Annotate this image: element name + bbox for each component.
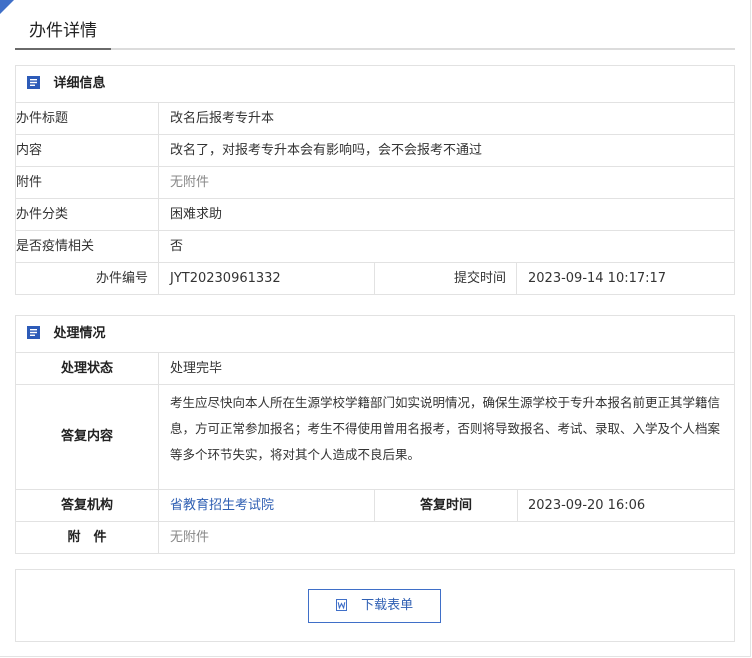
field-value: 改名后报考专升本 (170, 111, 275, 126)
attachment-value: 无附件 (170, 530, 210, 545)
field-label: 附件 (16, 167, 159, 198)
submit-time-value: 2023-09-14 10:17:17 (528, 271, 667, 286)
process-row-attachment: 附 件 无附件 (16, 522, 734, 553)
page-title: 办件详情 (15, 12, 111, 50)
reply-content: 考生应尽快向本人所在生源学校学籍部门如实说明情况，确保生源学校于专升本报名前更正… (170, 395, 721, 462)
org-link[interactable]: 省教育招生考试院 (170, 490, 274, 521)
field-label: 内容 (16, 135, 159, 166)
reply-label: 答复内容 (16, 385, 159, 489)
process-panel: 处理情况 处理状态 处理完毕 答复内容 考生应尽快向本人所在生源学校学籍部门如实… (15, 315, 735, 554)
actions-panel: 下载表单 (15, 569, 735, 642)
download-form-label: 下载表单 (361, 598, 414, 613)
field-label: 办件分类 (16, 199, 159, 230)
field-label: 是否疫情相关 (16, 231, 159, 262)
status-label: 处理状态 (16, 353, 159, 384)
field-value: 困难求助 (170, 207, 223, 222)
detail-row-category: 办件分类 困难求助 (16, 199, 734, 231)
field-label: 办件标题 (16, 103, 159, 134)
org-label: 答复机构 (16, 490, 159, 521)
process-row-reply: 答复内容 考生应尽快向本人所在生源学校学籍部门如实说明情况，确保生源学校于专升本… (16, 385, 734, 490)
number-label: 办件编号 (16, 263, 159, 294)
process-row-status: 处理状态 处理完毕 (16, 353, 734, 385)
document-icon (27, 76, 40, 89)
corner-mark (0, 0, 14, 14)
detail-row-number-time: 办件编号 JYT20230961332 提交时间 2023-09-14 10:1… (16, 263, 734, 294)
process-panel-title: 处理情况 (53, 326, 106, 341)
page-header: 办件详情 (15, 12, 735, 50)
field-value: 无附件 (170, 175, 210, 190)
detail-row-content: 内容 改名了，对报考专升本会有影响吗，会不会报考不通过 (16, 135, 734, 167)
detail-row-epidemic: 是否疫情相关 否 (16, 231, 734, 263)
number-value: JYT20230961332 (170, 271, 281, 286)
reply-time-value: 2023-09-20 16:06 (528, 498, 646, 513)
process-row-org-time: 答复机构 省教育招生考试院 答复时间 2023-09-20 16:06 (16, 490, 734, 522)
detail-row-attachment: 附件 无附件 (16, 167, 734, 199)
document-icon (27, 326, 40, 339)
detail-panel-header: 详细信息 (16, 66, 734, 103)
detail-panel-title: 详细信息 (53, 76, 106, 91)
process-panel-header: 处理情况 (16, 316, 734, 353)
reply-time-label: 答复时间 (375, 490, 518, 521)
detail-panel: 详细信息 办件标题 改名后报考专升本 内容 改名了，对报考专升本会有影响吗，会不… (15, 65, 735, 295)
detail-row-title: 办件标题 改名后报考专升本 (16, 103, 734, 135)
attachment-label: 附 件 (16, 522, 159, 553)
word-file-icon (335, 598, 347, 611)
field-value: 改名了，对报考专升本会有影响吗，会不会报考不通过 (170, 143, 483, 158)
submit-time-label: 提交时间 (375, 263, 517, 294)
download-form-button[interactable]: 下载表单 (308, 589, 441, 623)
status-value: 处理完毕 (170, 361, 223, 376)
field-value: 否 (170, 239, 184, 254)
